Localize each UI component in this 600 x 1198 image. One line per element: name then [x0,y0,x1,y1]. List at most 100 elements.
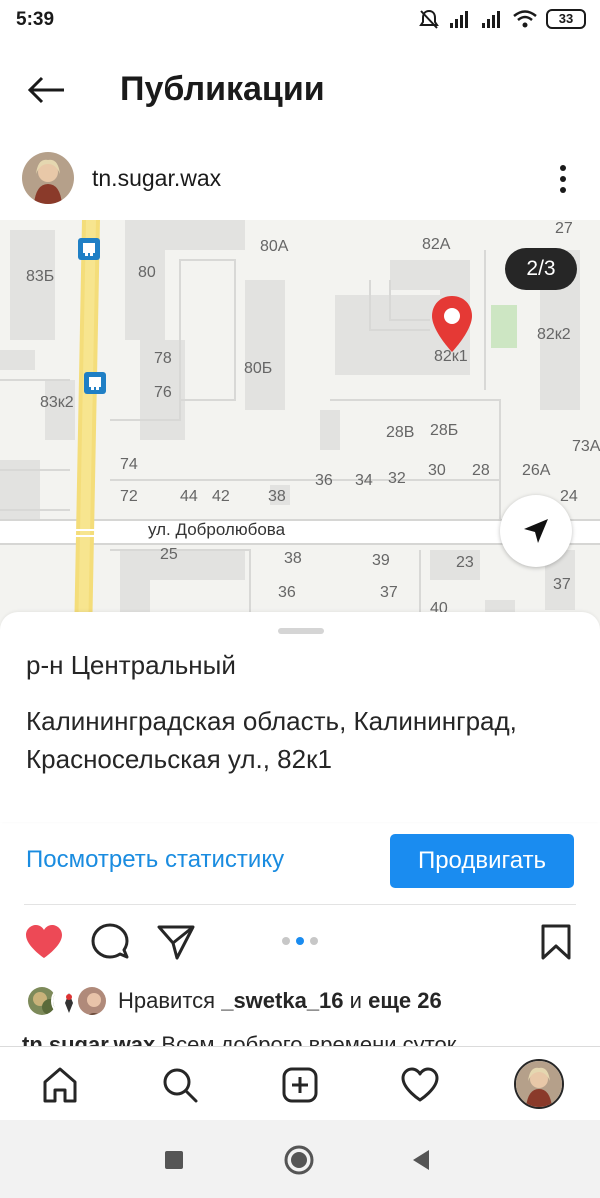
district-label: р-н Центральный [26,650,236,680]
map-label: 83к2 [40,394,74,411]
bus-stop-icon [78,238,100,260]
heart-filled-icon [26,925,62,958]
post-header: tn.sugar.wax [0,145,600,215]
more-vertical-icon [560,165,566,193]
map-label: 25 [160,546,178,563]
map-label: 23 [456,554,474,571]
location-sheet: р-н Центральный Калининградская область,… [0,612,600,822]
map-label: 78 [154,350,172,367]
map-label: 36 [278,584,296,601]
map-label: 28Б [430,422,459,439]
arrow-left-icon [27,76,64,104]
nav-profile-avatar[interactable] [514,1059,564,1109]
map-label: 37 [380,584,398,601]
status-bar: 5:39 33 [0,0,600,40]
bookmark-icon [541,924,571,960]
insights-row: Посмотреть статистику Продвигать [0,832,600,890]
likes-text: Нравится _swetka_16 и еще 26 [118,988,442,1013]
map-label: 76 [154,384,172,401]
street-label: ул. Добролюбова [148,520,286,539]
mute-icon [419,9,439,29]
home-system-button[interactable] [283,1144,315,1176]
page-title: Публикации [120,70,325,108]
like-button[interactable] [22,920,66,964]
wifi-icon [513,10,537,28]
map-label: 38 [284,550,302,567]
map-label: 26А [522,462,551,479]
back-system-button[interactable] [405,1144,437,1176]
map-label: 42 [212,488,230,505]
location-pin-icon [432,296,472,352]
app-header: Публикации [0,40,600,140]
carousel-dot-active [296,937,304,945]
circle-icon [284,1145,314,1175]
map-label: 38 [268,488,286,505]
system-nav-bar [0,1120,600,1198]
status-icons: 33 [418,8,586,30]
likes-more[interactable]: еще 26 [368,988,442,1013]
map-label: 27 [555,220,573,237]
map-label: 36 [315,472,333,489]
recents-button[interactable] [158,1144,190,1176]
navigate-button[interactable] [500,495,572,567]
map-label: 28В [386,424,415,441]
address-label: Калининградская область, Калининград, Кр… [26,706,517,774]
map-label: 80Б [244,360,273,377]
post-actions [0,915,600,970]
sheet-handle[interactable] [278,628,324,634]
liker-username[interactable]: _swetka_16 [221,988,343,1013]
promote-button[interactable]: Продвигать [390,834,574,888]
liker-avatar [76,985,108,1017]
divider [24,904,576,905]
username[interactable]: tn.sugar.wax [92,165,221,192]
home-icon [43,1067,77,1103]
add-post-icon [282,1067,318,1103]
carousel-dot [310,937,318,945]
likes-row[interactable]: Нравится _swetka_16 и еще 26 [26,983,442,1019]
map-label: 82А [422,236,451,253]
map-label: 80А [260,238,289,255]
share-button[interactable] [154,920,198,964]
map-label: 28 [472,462,490,479]
carousel-dot [282,937,290,945]
signal-icon [450,11,468,28]
map-label: 74 [120,456,138,473]
comment-icon [91,923,129,959]
comment-button[interactable] [88,920,132,964]
liker-avatars [26,985,108,1017]
image-counter: 2/3 [505,248,577,290]
send-icon [157,925,195,960]
search-icon [163,1068,198,1103]
bottom-nav [0,1046,600,1120]
view-insights-link[interactable]: Посмотреть статистику [26,846,284,874]
status-time: 5:39 [16,9,55,30]
nav-activity[interactable] [398,1063,442,1107]
nav-search[interactable] [158,1063,202,1107]
save-button[interactable] [534,920,578,964]
map-label: 44 [180,488,198,505]
carousel-indicator [282,937,318,945]
map-label: 24 [560,488,578,505]
user-avatar[interactable] [22,152,74,204]
battery-icon: 33 [546,9,586,29]
bus-stop-icon-2 [84,372,106,394]
map-label: 83Б [26,268,55,285]
map-label: 37 [553,576,571,593]
map-label: 80 [138,264,156,281]
map-label: 73А [572,438,600,455]
map[interactable]: 83Б 80 80А 82А 27 78 76 80Б 82к1 82к2 83… [0,220,600,640]
map-label: 72 [120,488,138,505]
heart-icon [401,1067,439,1102]
navigation-arrow-icon [524,519,548,543]
square-icon [165,1151,183,1169]
signal-icon-2 [482,11,500,28]
triangle-back-icon [413,1150,429,1170]
map-label: 32 [388,470,406,487]
back-button[interactable] [22,68,70,112]
map-label: 82к2 [537,326,571,343]
map-label: 34 [355,472,373,489]
more-options-button[interactable] [550,161,576,197]
nav-home[interactable] [38,1063,82,1107]
map-label: 39 [372,552,390,569]
nav-create[interactable] [278,1063,322,1107]
